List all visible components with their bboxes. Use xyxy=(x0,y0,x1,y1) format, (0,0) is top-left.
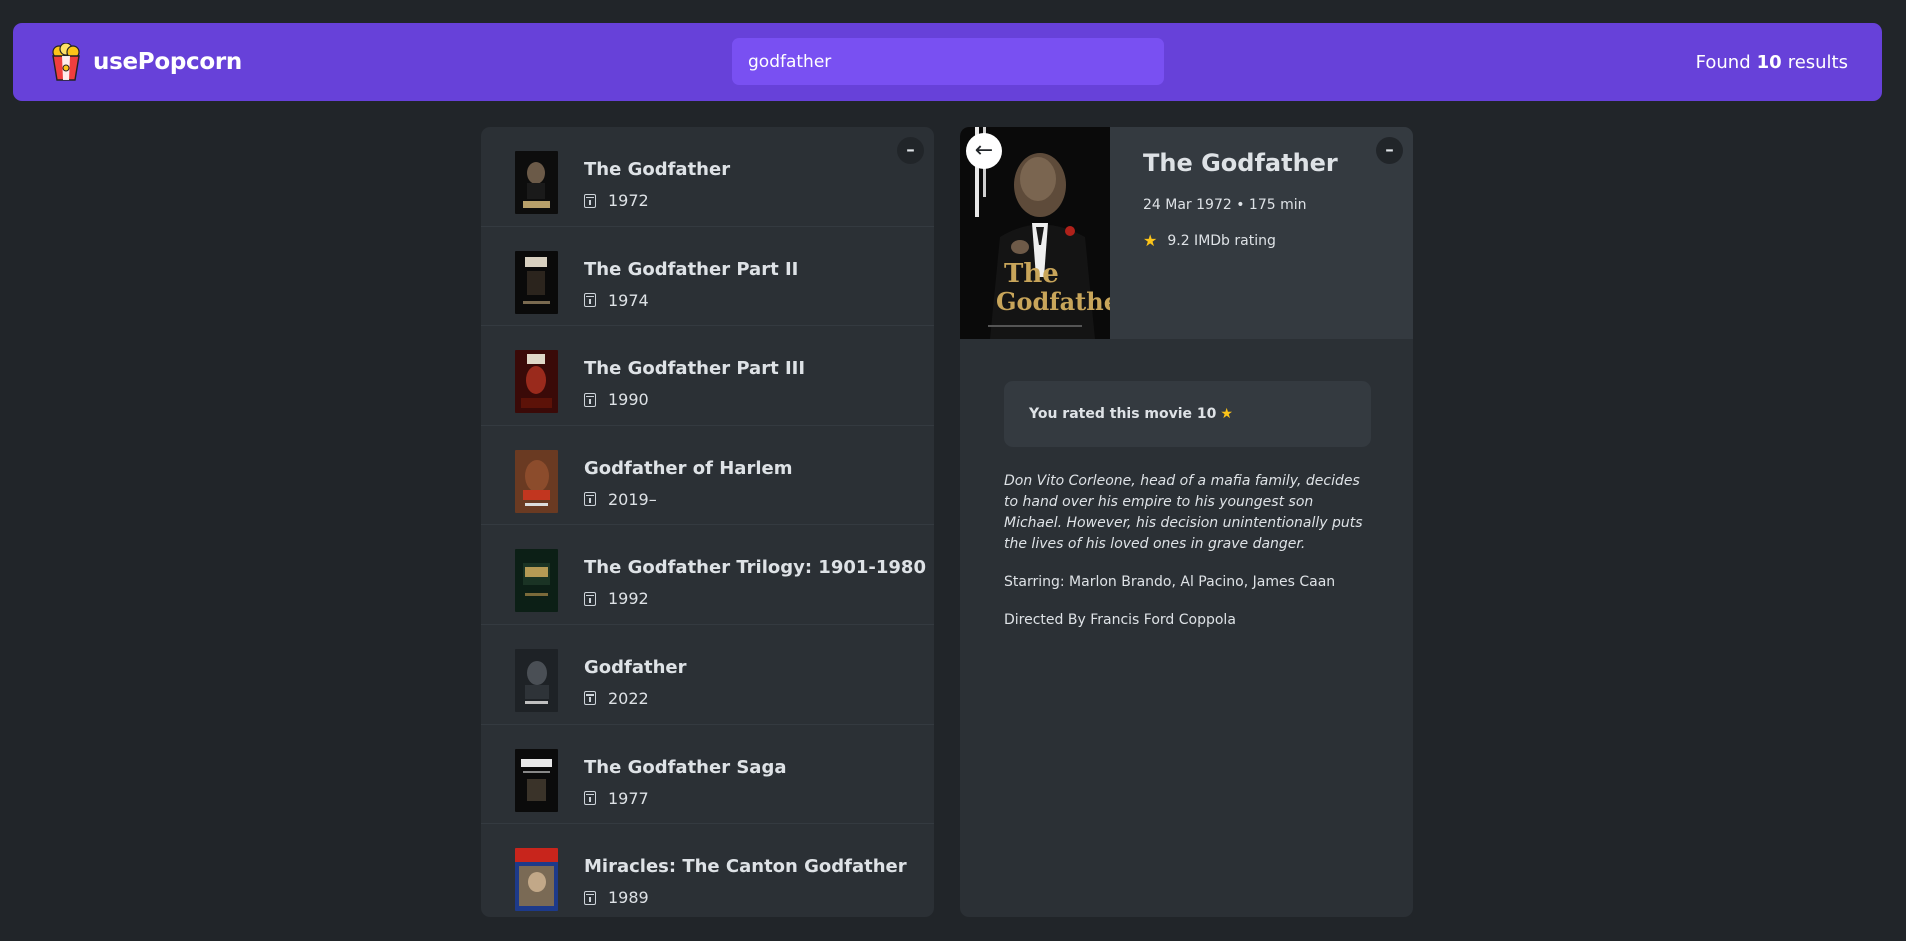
movie-year-text: 1992 xyxy=(608,589,649,609)
collapse-list-button[interactable]: – xyxy=(897,137,924,164)
back-button[interactable]: ← xyxy=(966,133,1002,169)
movie-poster xyxy=(515,250,558,314)
details-overview: The Godfather 24 Mar 1972 • 175 min ★ 9.… xyxy=(1143,149,1393,250)
movie-list-item[interactable]: Godfather of Harlem 2019– xyxy=(481,426,934,526)
user-rating-text: You rated this movie 10 xyxy=(1029,406,1217,422)
movie-year: 1989 xyxy=(584,888,649,907)
calendar-icon xyxy=(584,890,596,905)
movie-poster xyxy=(515,549,558,613)
movie-list-item[interactable]: The Godfather Saga 1977 xyxy=(481,725,934,825)
movie-title: The Godfather Part II xyxy=(584,258,799,280)
movie-title: Godfather xyxy=(584,656,687,678)
movie-poster xyxy=(515,848,558,912)
movie-list-item[interactable]: The Godfather Trilogy: 1901-1980 1992 xyxy=(481,525,934,625)
results-suffix: results xyxy=(1787,51,1848,73)
results-count: Found 10 results xyxy=(1696,23,1848,101)
calendar-icon xyxy=(584,591,596,606)
collapse-details-button[interactable]: – xyxy=(1376,137,1403,164)
release-runtime: 24 Mar 1972 • 175 min xyxy=(1143,197,1307,213)
movie-year-text: 1974 xyxy=(608,290,649,310)
movie-year-text: 1972 xyxy=(608,191,649,210)
svg-text:The: The xyxy=(1004,259,1059,289)
plot-text: Don Vito Corleone, head of a mafia famil… xyxy=(1004,473,1363,552)
movie-year-text: 2019– xyxy=(608,489,657,509)
search-input[interactable] xyxy=(732,38,1164,85)
details-title: The Godfather xyxy=(1143,149,1338,177)
movie-year: 1992 xyxy=(584,589,649,608)
details-text: Don Vito Corleone, head of a mafia famil… xyxy=(1004,471,1371,648)
movie-year: 1977 xyxy=(584,789,649,808)
details-header: ← The Godfather The Godfather 24 Mar 197… xyxy=(960,127,1413,339)
movie-title: The Godfather Trilogy: 1901-1980 xyxy=(584,557,926,579)
movie-year-text: 1990 xyxy=(608,390,649,410)
nav-bar: usePopcorn Found 10 results xyxy=(13,23,1882,101)
movie-year: 2019– xyxy=(584,490,657,509)
movie-title: The Godfather Part III xyxy=(584,358,806,380)
calendar-icon xyxy=(584,392,596,407)
calendar-icon xyxy=(584,691,596,706)
movie-title: The Godfather xyxy=(584,159,731,180)
calendar-icon xyxy=(584,293,596,308)
movie-list-item[interactable]: The Godfather 1972 xyxy=(481,127,934,227)
movie-year: 1990 xyxy=(584,390,649,409)
app-name: usePopcorn xyxy=(93,49,242,75)
svg-text:Godfather: Godfather xyxy=(996,287,1110,316)
calendar-icon xyxy=(584,193,596,208)
movie-poster xyxy=(515,350,558,414)
movie-year-text: 2022 xyxy=(608,688,649,708)
movie-list-item[interactable]: The Godfather Part III 1990 xyxy=(481,326,934,426)
movie-year: 1972 xyxy=(584,191,649,210)
movie-poster xyxy=(515,748,558,812)
imdb-rating-text: 9.2 IMDb rating xyxy=(1167,232,1276,249)
movie-list-item[interactable]: The Godfather Part II 1974 xyxy=(481,227,934,327)
results-prefix: Found xyxy=(1695,51,1751,73)
movie-poster xyxy=(515,648,558,712)
movie-list-item[interactable]: Godfather 2022 xyxy=(481,625,934,725)
user-rating-box: You rated this movie 10 ★ xyxy=(1004,381,1371,447)
calendar-icon xyxy=(584,492,596,507)
calendar-icon xyxy=(584,791,596,806)
movie-year: 2022 xyxy=(584,689,649,708)
movie-year-text: 1977 xyxy=(608,788,649,808)
star-icon: ★ xyxy=(1143,231,1158,250)
starring-text: Starring: Marlon Brando, Al Pacino, Jame… xyxy=(1004,574,1336,590)
star-icon: ★ xyxy=(1220,406,1233,422)
movie-title: The Godfather Saga xyxy=(584,756,787,778)
movie-poster xyxy=(515,449,558,513)
movie-year: 1974 xyxy=(584,291,649,310)
movie-details-box: – ← The Godfather The Godfather 24 M xyxy=(960,127,1413,917)
movie-title: Godfather of Harlem xyxy=(584,457,793,479)
logo: usePopcorn xyxy=(50,23,242,101)
movie-title: Miracles: The Canton Godfather xyxy=(584,856,907,878)
movie-year-text: 1989 xyxy=(608,888,649,908)
director-text: Directed By Francis Ford Coppola xyxy=(1004,612,1236,628)
popcorn-icon xyxy=(52,43,80,81)
movie-list-box: – The Godfather 1972 The Godfather Part … xyxy=(481,127,934,917)
movie-poster xyxy=(515,151,558,214)
movie-list-item[interactable]: Miracles: The Canton Godfather 1989 xyxy=(481,824,934,917)
movie-list: The Godfather 1972 The Godfather Part II… xyxy=(481,127,934,917)
results-number: 10 xyxy=(1756,51,1782,73)
imdb-rating: ★ 9.2 IMDb rating xyxy=(1143,231,1393,250)
